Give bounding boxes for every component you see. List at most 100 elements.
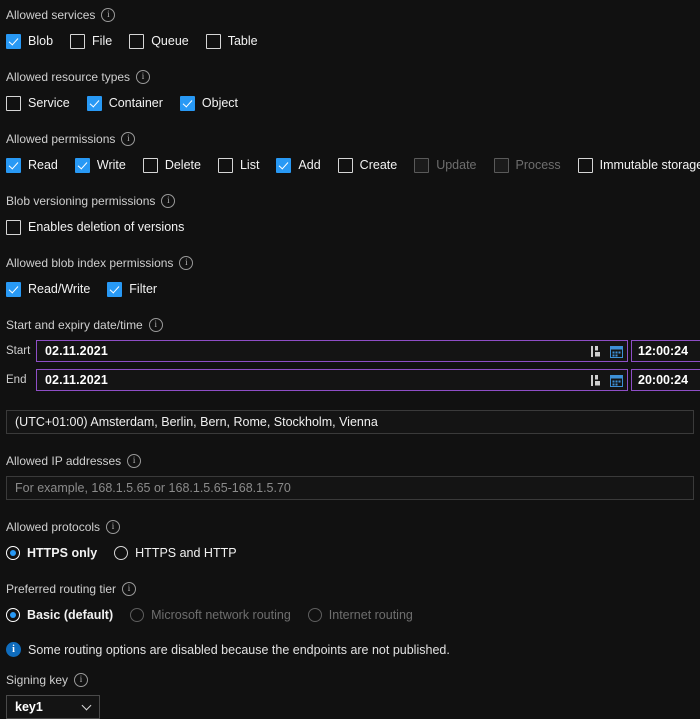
checkbox-create-label: Create bbox=[360, 158, 398, 172]
checkbox-process-box bbox=[494, 158, 509, 173]
checkbox-write-box[interactable] bbox=[75, 158, 90, 173]
allowed-ip-addresses-input[interactable]: For example, 168.1.5.65 or 168.1.5.65-16… bbox=[6, 476, 694, 500]
radio-basic-default-circle[interactable] bbox=[6, 608, 20, 622]
checkbox-container[interactable]: Container bbox=[87, 96, 163, 111]
checkbox-enables-deletion-of-versions-label: Enables deletion of versions bbox=[28, 220, 184, 234]
checkbox-process: Process bbox=[494, 158, 561, 173]
info-icon[interactable] bbox=[122, 582, 136, 596]
checkbox-enables-deletion-of-versions[interactable]: Enables deletion of versions bbox=[6, 220, 184, 235]
sas-configuration-panel: Allowed services Blob File Queue Table bbox=[0, 0, 694, 719]
time-picker-icon[interactable] bbox=[591, 345, 603, 358]
end-time-value: 20:00:24 bbox=[638, 373, 688, 387]
allowed-services-label: Allowed services bbox=[6, 6, 694, 24]
info-icon[interactable] bbox=[136, 70, 150, 84]
calendar-icon[interactable] bbox=[610, 345, 623, 358]
checkbox-immutable-storage-label: Immutable storage bbox=[600, 158, 700, 172]
section-allowed-permissions: Allowed permissions Read Write Delete Li… bbox=[6, 130, 694, 176]
checkbox-add-box[interactable] bbox=[276, 158, 291, 173]
start-and-expiry-label: Start and expiry date/time bbox=[6, 316, 694, 334]
checkbox-list-box[interactable] bbox=[218, 158, 233, 173]
checkbox-add[interactable]: Add bbox=[276, 158, 320, 173]
checkbox-read-box[interactable] bbox=[6, 158, 21, 173]
blob-versioning-permissions-options: Enables deletion of versions bbox=[6, 216, 694, 238]
routing-info-message: Some routing options are disabled becaus… bbox=[6, 642, 694, 657]
info-icon[interactable] bbox=[74, 673, 88, 687]
info-icon[interactable] bbox=[149, 318, 163, 332]
radio-basic-default[interactable]: Basic (default) bbox=[6, 608, 113, 622]
end-time-input[interactable]: 20:00:24 bbox=[631, 369, 700, 391]
checkbox-write[interactable]: Write bbox=[75, 158, 126, 173]
end-date-input[interactable]: 02.11.2021 bbox=[36, 369, 628, 391]
checkbox-container-box[interactable] bbox=[87, 96, 102, 111]
section-allowed-blob-index-permissions: Allowed blob index permissions Read/Writ… bbox=[6, 254, 694, 300]
checkbox-immutable-storage[interactable]: Immutable storage bbox=[578, 158, 700, 173]
checkbox-object-box[interactable] bbox=[180, 96, 195, 111]
checkbox-service-box[interactable] bbox=[6, 96, 21, 111]
checkbox-write-label: Write bbox=[97, 158, 126, 172]
checkbox-filter-box[interactable] bbox=[107, 282, 122, 297]
checkbox-file[interactable]: File bbox=[70, 34, 112, 49]
checkbox-create[interactable]: Create bbox=[338, 158, 398, 173]
section-signing-key: Signing key key1 bbox=[6, 671, 694, 719]
checkbox-read[interactable]: Read bbox=[6, 158, 58, 173]
radio-https-only[interactable]: HTTPS only bbox=[6, 546, 97, 560]
checkbox-filter[interactable]: Filter bbox=[107, 282, 157, 297]
checkbox-file-label: File bbox=[92, 34, 112, 48]
checkbox-filter-label: Filter bbox=[129, 282, 157, 296]
start-time-input[interactable]: 12:00:24 bbox=[631, 340, 700, 362]
start-time-value: 12:00:24 bbox=[638, 344, 688, 358]
radio-microsoft-network-routing: Microsoft network routing bbox=[130, 608, 291, 622]
checkbox-list[interactable]: List bbox=[218, 158, 259, 173]
checkbox-update: Update bbox=[414, 158, 476, 173]
info-icon[interactable] bbox=[161, 194, 175, 208]
checkbox-table-box[interactable] bbox=[206, 34, 221, 49]
info-icon[interactable] bbox=[179, 256, 193, 270]
checkbox-blob-label: Blob bbox=[28, 34, 53, 48]
blob-versioning-permissions-label: Blob versioning permissions bbox=[6, 192, 694, 210]
checkbox-service[interactable]: Service bbox=[6, 96, 70, 111]
checkbox-object[interactable]: Object bbox=[180, 96, 238, 111]
radio-https-and-http-circle[interactable] bbox=[114, 546, 128, 560]
checkbox-read-write-box[interactable] bbox=[6, 282, 21, 297]
end-date-value: 02.11.2021 bbox=[45, 373, 591, 387]
checkbox-create-box[interactable] bbox=[338, 158, 353, 173]
checkbox-read-write[interactable]: Read/Write bbox=[6, 282, 90, 297]
end-datetime-row: End 02.11.2021 bbox=[6, 369, 694, 391]
allowed-protocols-label-text: Allowed protocols bbox=[6, 520, 100, 534]
allowed-ip-addresses-label-text: Allowed IP addresses bbox=[6, 454, 121, 468]
timezone-select[interactable]: (UTC+01:00) Amsterdam, Berlin, Bern, Rom… bbox=[6, 410, 694, 434]
preferred-routing-tier-label-text: Preferred routing tier bbox=[6, 582, 116, 596]
start-date-input[interactable]: 02.11.2021 bbox=[36, 340, 628, 362]
checkbox-queue[interactable]: Queue bbox=[129, 34, 189, 49]
info-icon[interactable] bbox=[127, 454, 141, 468]
chevron-down-icon[interactable] bbox=[83, 702, 93, 712]
checkbox-delete-box[interactable] bbox=[143, 158, 158, 173]
radio-https-only-circle[interactable] bbox=[6, 546, 20, 560]
timezone-value: (UTC+01:00) Amsterdam, Berlin, Bern, Rom… bbox=[15, 415, 378, 429]
info-icon[interactable] bbox=[106, 520, 120, 534]
end-date-icons bbox=[591, 374, 623, 387]
allowed-blob-index-permissions-label-text: Allowed blob index permissions bbox=[6, 256, 173, 270]
calendar-icon[interactable] bbox=[610, 374, 623, 387]
checkbox-blob[interactable]: Blob bbox=[6, 34, 53, 49]
checkbox-table[interactable]: Table bbox=[206, 34, 258, 49]
checkbox-table-label: Table bbox=[228, 34, 258, 48]
checkbox-delete-label: Delete bbox=[165, 158, 201, 172]
radio-https-and-http[interactable]: HTTPS and HTTP bbox=[114, 546, 236, 560]
checkbox-file-box[interactable] bbox=[70, 34, 85, 49]
allowed-protocols-label: Allowed protocols bbox=[6, 518, 694, 536]
info-icon[interactable] bbox=[121, 132, 135, 146]
checkbox-process-label: Process bbox=[516, 158, 561, 172]
signing-key-label-text: Signing key bbox=[6, 673, 68, 687]
info-icon[interactable] bbox=[101, 8, 115, 22]
checkbox-blob-box[interactable] bbox=[6, 34, 21, 49]
signing-key-select[interactable]: key1 bbox=[6, 695, 100, 719]
allowed-blob-index-permissions-label: Allowed blob index permissions bbox=[6, 254, 694, 272]
checkbox-enables-deletion-of-versions-box[interactable] bbox=[6, 220, 21, 235]
checkbox-queue-box[interactable] bbox=[129, 34, 144, 49]
checkbox-immutable-storage-box[interactable] bbox=[578, 158, 593, 173]
signing-key-label: Signing key bbox=[6, 671, 694, 689]
blob-versioning-permissions-label-text: Blob versioning permissions bbox=[6, 194, 155, 208]
time-picker-icon[interactable] bbox=[591, 374, 603, 387]
checkbox-delete[interactable]: Delete bbox=[143, 158, 201, 173]
